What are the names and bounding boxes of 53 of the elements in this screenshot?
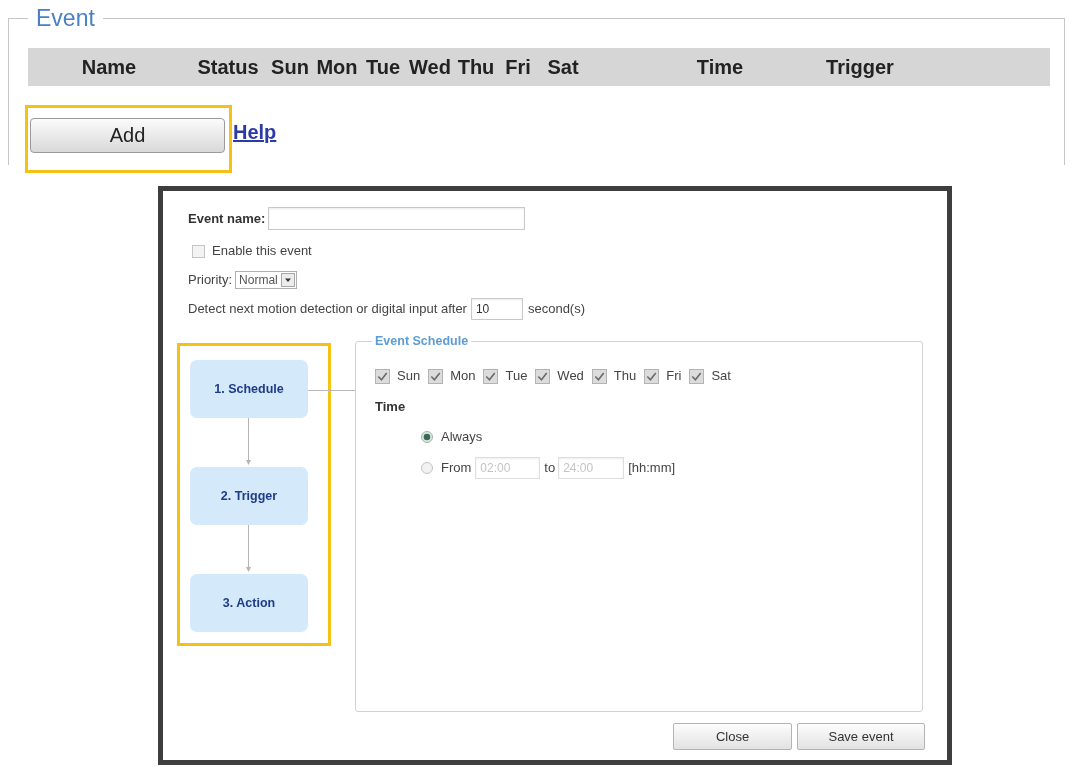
arrow-connector [244,525,253,574]
field-label: to [544,459,556,478]
flow-step[interactable]: 2. Trigger [190,467,308,525]
column-header: Sat [546,55,580,79]
column-header: Thu [456,55,496,79]
checkbox-label: Tue [505,367,528,386]
format-hint: [hh:mm] [628,459,676,478]
caret-icon [280,273,295,287]
arrow-connector [244,418,253,467]
save-button[interactable]: Save event [797,723,925,750]
radio-label: From [441,459,472,478]
checkbox[interactable] [591,368,607,384]
unit-label: second(s) [527,300,585,319]
section-title: Event [35,5,96,31]
column-header: Sun [270,55,310,79]
checkbox-label: Fri [666,367,682,386]
column-header: Fri [504,55,532,79]
field-label: Event name: [188,209,266,228]
checkbox[interactable] [428,368,444,384]
event-name-field[interactable] [268,207,526,230]
column-header: Name [80,55,138,79]
priority-select[interactable]: Normal [235,271,297,289]
checkbox[interactable] [644,368,660,384]
section-title: Event Schedule [374,334,470,348]
flow-step[interactable]: 3. Action [190,574,308,632]
column-header: Mon [315,55,359,79]
checkbox[interactable] [192,244,205,258]
column-header: Status [196,55,260,79]
checkbox-label: Mon [450,367,476,386]
checkbox[interactable] [483,368,499,384]
checkbox-label: Thu [613,367,637,386]
column-header: Wed [408,55,452,79]
radio-button[interactable] [421,431,433,443]
radio-label: Always [441,428,483,447]
seconds-field[interactable]: 10 [470,298,523,320]
add-button[interactable]: Add [30,118,225,153]
column-header: Tue [364,55,402,79]
connector-line [308,389,355,392]
flow-step[interactable]: 1. Schedule [190,360,308,418]
field-label: Detect next motion detection or digital input after [188,300,467,319]
field-label: Priority: [188,271,233,290]
column-header: Time [695,55,745,79]
checkbox-label: Enable this event [212,242,312,261]
checkbox-label: Sun [397,367,421,386]
checkbox[interactable] [375,368,390,384]
field-label: Time [375,399,406,415]
checkbox[interactable] [535,368,551,384]
column-header: Trigger [825,55,895,79]
checkbox-label: Wed [557,367,584,386]
checkbox[interactable] [689,368,705,384]
checkbox-label: Sat [711,367,731,386]
close-button[interactable]: Close [673,723,792,750]
help-link[interactable]: Help [233,119,277,145]
